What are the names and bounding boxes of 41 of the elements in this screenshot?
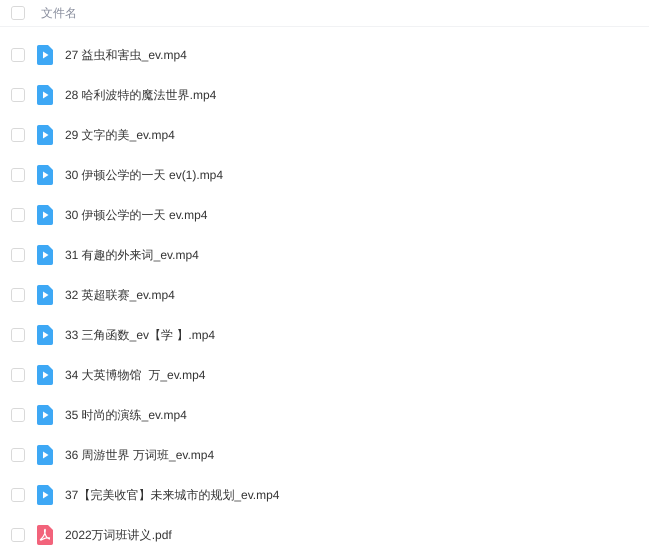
file-name[interactable]: 28 哈利波特的魔法世界.mp4 <box>65 86 216 104</box>
video-file-icon <box>37 365 53 385</box>
video-file-icon <box>37 485 53 505</box>
checkbox[interactable] <box>11 288 25 302</box>
file-name[interactable]: 32 英超联赛_ev.mp4 <box>65 286 175 304</box>
video-file-icon <box>37 325 53 345</box>
checkbox[interactable] <box>11 128 25 142</box>
checkbox[interactable] <box>11 488 25 502</box>
video-file-icon <box>37 405 53 425</box>
video-file-icon <box>37 45 53 65</box>
checkbox[interactable] <box>11 368 25 382</box>
file-name[interactable]: 27 益虫和害虫_ev.mp4 <box>65 46 187 64</box>
file-name[interactable]: 31 有趣的外来词_ev.mp4 <box>65 246 199 264</box>
video-file-icon <box>37 445 53 465</box>
file-name[interactable]: 30 伊顿公学的一天 ev.mp4 <box>65 206 208 224</box>
file-name[interactable]: 37【完美收官】未来城市的规划_ev.mp4 <box>65 486 280 504</box>
file-name[interactable]: 36 周游世界 万词班_ev.mp4 <box>65 446 214 464</box>
checkbox[interactable] <box>11 248 25 262</box>
video-file-icon <box>37 165 53 185</box>
checkbox[interactable] <box>11 168 25 182</box>
checkbox[interactable] <box>11 208 25 222</box>
file-name[interactable]: 35 时尚的演练_ev.mp4 <box>65 406 187 424</box>
checkbox[interactable] <box>11 528 25 542</box>
pdf-file-icon <box>37 525 53 545</box>
video-file-icon <box>37 285 53 305</box>
checkbox[interactable] <box>11 328 25 342</box>
video-file-icon <box>37 125 53 145</box>
file-name[interactable]: 30 伊顿公学的一天 ev(1).mp4 <box>65 166 224 184</box>
file-name[interactable]: 34 大英博物馆 万_ev.mp4 <box>65 366 206 384</box>
video-file-icon <box>37 205 53 225</box>
column-header: 文件名 <box>41 5 77 22</box>
checkbox[interactable] <box>11 48 25 62</box>
file-name[interactable]: 29 文字的美_ev.mp4 <box>65 126 175 144</box>
video-file-icon <box>37 85 53 105</box>
video-file-icon <box>37 245 53 265</box>
checkbox[interactable] <box>11 448 25 462</box>
checkbox[interactable] <box>11 408 25 422</box>
checkbox[interactable] <box>11 6 25 20</box>
file-name[interactable]: 2022万词班讲义.pdf <box>65 526 172 544</box>
file-name[interactable]: 33 三角函数_ev【学 】.mp4 <box>65 326 216 344</box>
checkbox[interactable] <box>11 88 25 102</box>
